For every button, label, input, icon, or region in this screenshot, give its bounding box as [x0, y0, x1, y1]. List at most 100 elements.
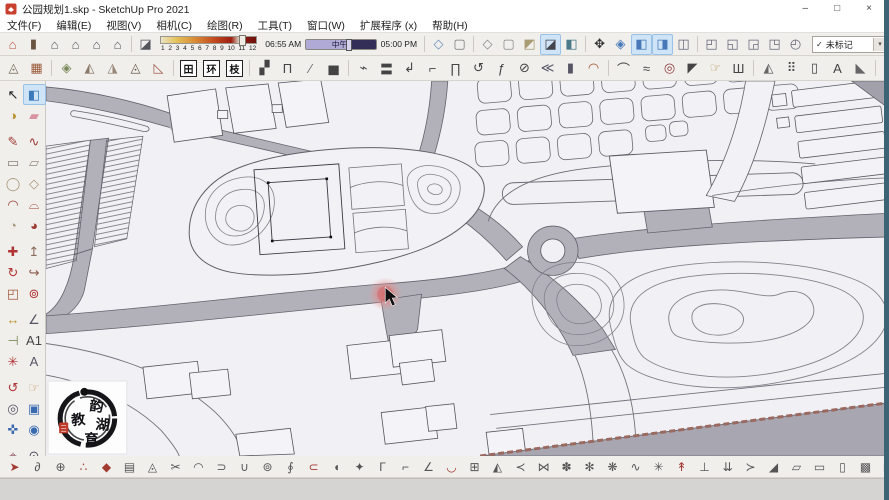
- three-point-arc-tool[interactable]: ◕: [23, 215, 46, 236]
- view-right-icon[interactable]: ⌂: [65, 34, 86, 55]
- bt-balloon-icon[interactable]: ⊚: [256, 457, 279, 477]
- circle-tool[interactable]: ◯: [2, 173, 25, 194]
- bt-leaf-icon[interactable]: ✦: [348, 457, 371, 477]
- bt-sprout-icon[interactable]: ✳: [647, 457, 670, 477]
- view-iso-icon[interactable]: ⌂: [2, 34, 23, 55]
- menu-file[interactable]: 文件(F): [7, 18, 41, 33]
- stairs-tool-icon[interactable]: ▞: [253, 57, 276, 79]
- follow-me-tool[interactable]: ↪: [23, 262, 46, 283]
- bt-cloud-icon[interactable]: ∪: [233, 457, 256, 477]
- road-tool-icon[interactable]: ⌒: [612, 57, 635, 79]
- sandbox-drape-icon[interactable]: ◮: [101, 57, 124, 79]
- two-point-arc-tool[interactable]: ⌓: [23, 194, 46, 215]
- line-tool[interactable]: ✎: [2, 131, 25, 152]
- bt-fan-icon[interactable]: ❋: [601, 457, 624, 477]
- flag-tool-icon[interactable]: ◤: [681, 57, 704, 79]
- shadow-time-slider[interactable]: 中午: [305, 38, 377, 51]
- bt-shell-icon[interactable]: ◖: [325, 457, 348, 477]
- section-display-icon[interactable]: ◧: [631, 33, 653, 55]
- label-a-tool-icon[interactable]: A: [826, 57, 849, 79]
- menu-edit[interactable]: 编辑(E): [56, 18, 91, 33]
- menu-window[interactable]: 窗口(W): [307, 18, 345, 33]
- bt-angle-icon[interactable]: ∠: [417, 457, 440, 477]
- menu-help[interactable]: 帮助(H): [432, 18, 468, 33]
- pan-tool[interactable]: ☞: [23, 377, 46, 398]
- sandbox-from-scratch-icon[interactable]: ▦: [25, 57, 48, 79]
- target-tool-icon[interactable]: ◎: [658, 57, 681, 79]
- sandbox-flip-edge-icon[interactable]: ◺: [147, 57, 170, 79]
- protractor-tool[interactable]: ∠: [23, 309, 46, 330]
- menu-draw[interactable]: 绘图(R): [207, 18, 243, 33]
- bt-anchor-icon[interactable]: ⊥: [693, 457, 716, 477]
- orbit-tool[interactable]: ↺: [2, 377, 25, 398]
- section-compass-icon[interactable]: ✥: [589, 34, 610, 55]
- double-line-tool-icon[interactable]: 〓: [375, 57, 398, 79]
- section-fill-icon[interactable]: ◫: [673, 34, 694, 55]
- face-style-xray-icon[interactable]: ◇: [428, 34, 449, 55]
- plugin-tian-icon[interactable]: 田: [180, 59, 197, 77]
- solid-split-icon[interactable]: ◴: [785, 34, 806, 55]
- tag-dropdown[interactable]: ✓ 未标记 ▾: [812, 35, 887, 53]
- bt-panel-icon[interactable]: ▱: [785, 457, 808, 477]
- hand-tool-icon[interactable]: ☞: [704, 57, 727, 79]
- menu-tools[interactable]: 工具(T): [258, 18, 292, 33]
- barrel-tool-icon[interactable]: ▮: [559, 57, 582, 79]
- sandbox-smoove-icon[interactable]: ◈: [55, 57, 78, 79]
- bt-circle-plus-icon[interactable]: ⊕: [49, 457, 72, 477]
- bt-pin-icon[interactable]: ↟: [670, 457, 693, 477]
- array-tool-icon[interactable]: ⠿: [780, 57, 803, 79]
- bin-tool-icon[interactable]: Ш: [727, 57, 750, 79]
- offset-tool[interactable]: ⊚: [23, 283, 46, 304]
- face-style-textured-icon[interactable]: ◪: [540, 33, 562, 55]
- pie-tool[interactable]: ◔: [2, 215, 25, 236]
- model-canvas[interactable]: 韵 湖 教 育: [46, 81, 889, 456]
- loop-tool-icon[interactable]: ↺: [467, 57, 490, 79]
- shadow-date-slider[interactable]: 1 2 3 4 5 6 7 8 9 10 11 12: [160, 35, 258, 52]
- eraser-tool[interactable]: ▰: [23, 105, 46, 126]
- time-slider-handle[interactable]: [345, 38, 352, 51]
- move-tool[interactable]: ✚: [2, 241, 25, 262]
- scale-tool[interactable]: ◰: [2, 283, 25, 304]
- mirror-tool-icon[interactable]: ◭: [757, 57, 780, 79]
- close-button[interactable]: ×: [866, 0, 872, 18]
- pipe-tool-icon[interactable]: ⌁: [352, 57, 375, 79]
- bt-fence-x-icon[interactable]: ⋈: [532, 457, 555, 477]
- three-d-text-tool[interactable]: A: [23, 351, 46, 372]
- make-component-tool[interactable]: ◧: [22, 84, 46, 105]
- clamp-tool-icon[interactable]: ∏: [444, 57, 467, 79]
- maximize-button[interactable]: □: [834, 0, 840, 18]
- date-gradient-bar[interactable]: [160, 35, 258, 46]
- face-style-hiddenline-icon[interactable]: ▢: [498, 34, 519, 55]
- bt-curve-points-icon[interactable]: ∴: [72, 457, 95, 477]
- bt-walker-icon[interactable]: ➤: [3, 457, 26, 477]
- rotated-rectangle-tool[interactable]: ▱: [23, 152, 46, 173]
- axes-tool[interactable]: ✳: [2, 351, 25, 372]
- bt-flower-icon[interactable]: ✽: [555, 457, 578, 477]
- face-style-shaded-icon[interactable]: ◩: [519, 34, 540, 55]
- face-style-backedges-icon[interactable]: ▢: [449, 34, 470, 55]
- arch-tool-icon[interactable]: ◠: [582, 57, 605, 79]
- text-tool[interactable]: A1: [23, 330, 46, 351]
- bt-move-red-icon[interactable]: ◆: [95, 457, 118, 477]
- face-style-wireframe-icon[interactable]: ◇: [477, 34, 498, 55]
- solid-union-icon[interactable]: ◱: [722, 34, 743, 55]
- wing-left-tool-icon[interactable]: ≪: [536, 57, 559, 79]
- bt-door-icon[interactable]: ▯: [831, 457, 854, 477]
- bt-feather-icon[interactable]: ∿: [624, 457, 647, 477]
- plugin-zhi-icon[interactable]: 枝: [226, 59, 243, 77]
- bt-stack-icon[interactable]: ▩: [854, 457, 877, 477]
- solid-subtract-icon[interactable]: ◲: [743, 34, 764, 55]
- shadow-toggle-icon[interactable]: ◪: [135, 34, 156, 55]
- face-style-monochrome-icon[interactable]: ◧: [561, 34, 582, 55]
- curve-tool-icon[interactable]: ƒ: [490, 57, 513, 79]
- push-pull-tool[interactable]: ↥: [23, 241, 46, 262]
- bt-pine-icon[interactable]: ✻: [578, 457, 601, 477]
- section-plane-icon[interactable]: ◈: [610, 34, 631, 55]
- bt-snail-icon[interactable]: ⊂: [302, 457, 325, 477]
- bt-arrow-right-icon[interactable]: ≻: [739, 457, 762, 477]
- zoom-tool[interactable]: ◎: [2, 398, 25, 419]
- fence-tool-icon[interactable]: Π: [276, 57, 299, 79]
- polygon-tool[interactable]: ◇: [23, 173, 46, 194]
- solid-trim-icon[interactable]: ◳: [764, 34, 785, 55]
- bend-tool-icon[interactable]: ↲: [398, 57, 421, 79]
